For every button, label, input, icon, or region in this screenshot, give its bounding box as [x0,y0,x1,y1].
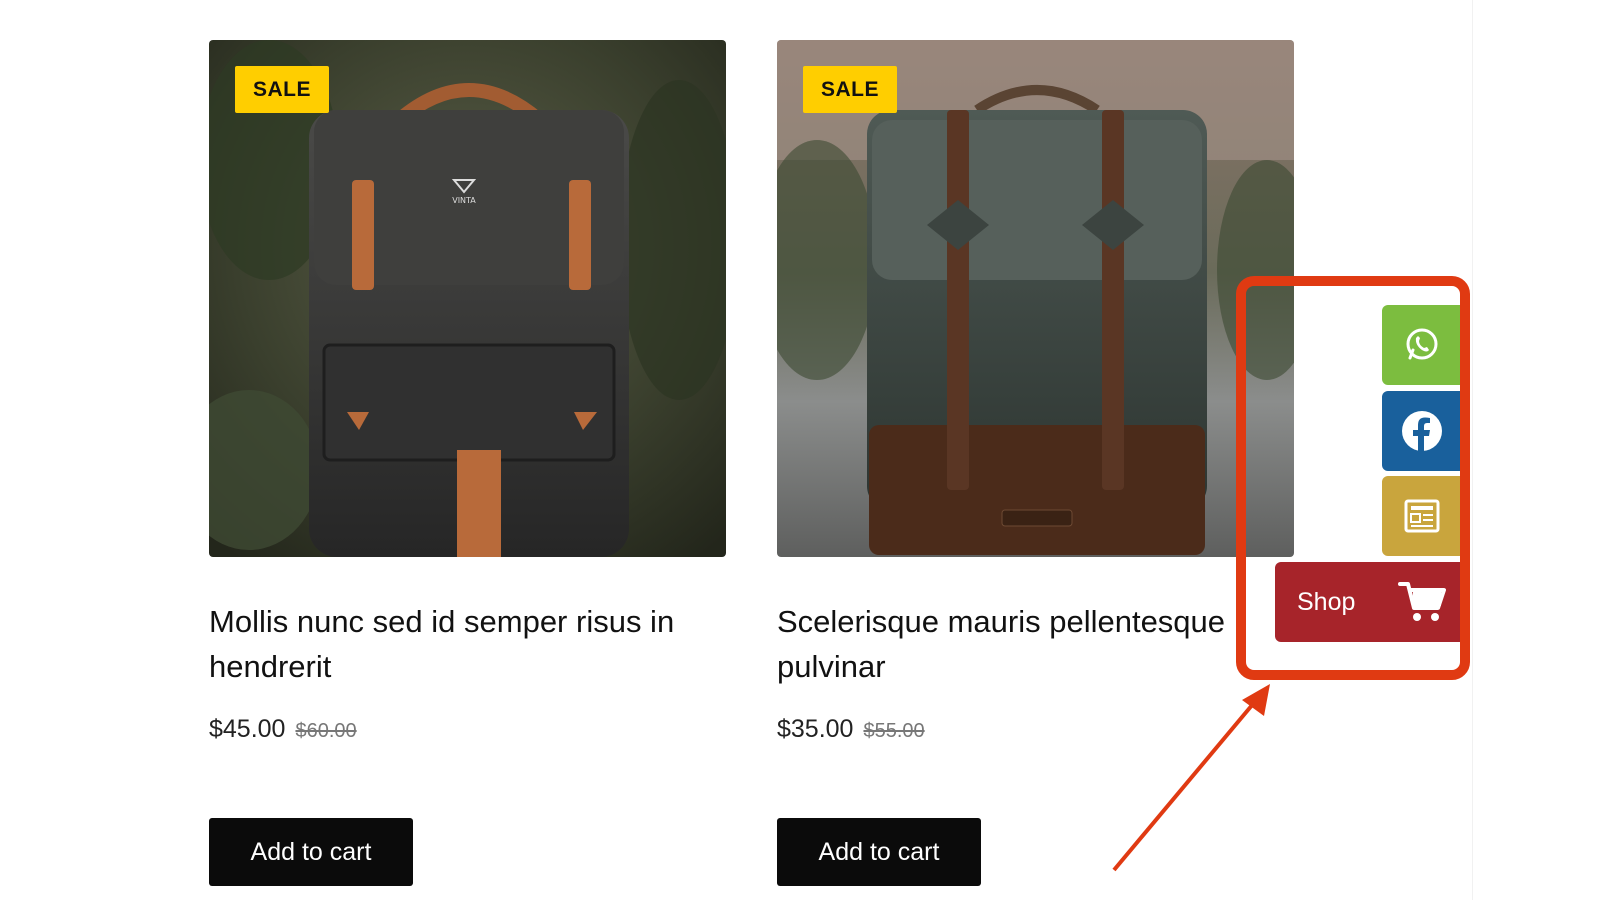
page-margin [1472,0,1600,900]
newspaper-icon [1404,499,1440,533]
product-card: VINTA SALE Mollis nunc sed id semper ris… [209,40,726,886]
price-row: $45.00 $60.00 [209,715,726,744]
newspaper-button[interactable] [1382,476,1462,556]
vinta-logo: VINTA [452,196,476,205]
product-card: SALE Scelerisque mauris pellentesque pul… [777,40,1294,886]
product-image[interactable]: SALE [777,40,1294,557]
shop-label: Shop [1297,587,1356,616]
backpack-photo [777,40,1294,557]
whatsapp-button[interactable] [1382,305,1462,385]
facebook-icon [1402,411,1442,451]
current-price: $35.00 [777,715,854,743]
whatsapp-icon [1406,328,1438,360]
product-title[interactable]: Scelerisque mauris pellentesque pulvinar [777,599,1294,689]
add-to-cart-button[interactable]: Add to cart [209,818,413,886]
sale-badge: SALE [803,66,897,113]
add-to-cart-button[interactable]: Add to cart [777,818,981,886]
facebook-button[interactable] [1382,391,1462,471]
backpack-photo: VINTA [209,40,726,557]
cart-icon [1398,582,1446,621]
old-price: $55.00 [863,720,925,742]
product-image[interactable]: VINTA SALE [209,40,726,557]
current-price: $45.00 [209,715,286,743]
page-divider [1472,0,1473,900]
product-title[interactable]: Mollis nunc sed id semper risus in hendr… [209,599,726,689]
shop-button[interactable]: Shop [1275,562,1462,642]
price-row: $35.00 $55.00 [777,715,1294,744]
old-price: $60.00 [295,720,357,742]
sale-badge: SALE [235,66,329,113]
